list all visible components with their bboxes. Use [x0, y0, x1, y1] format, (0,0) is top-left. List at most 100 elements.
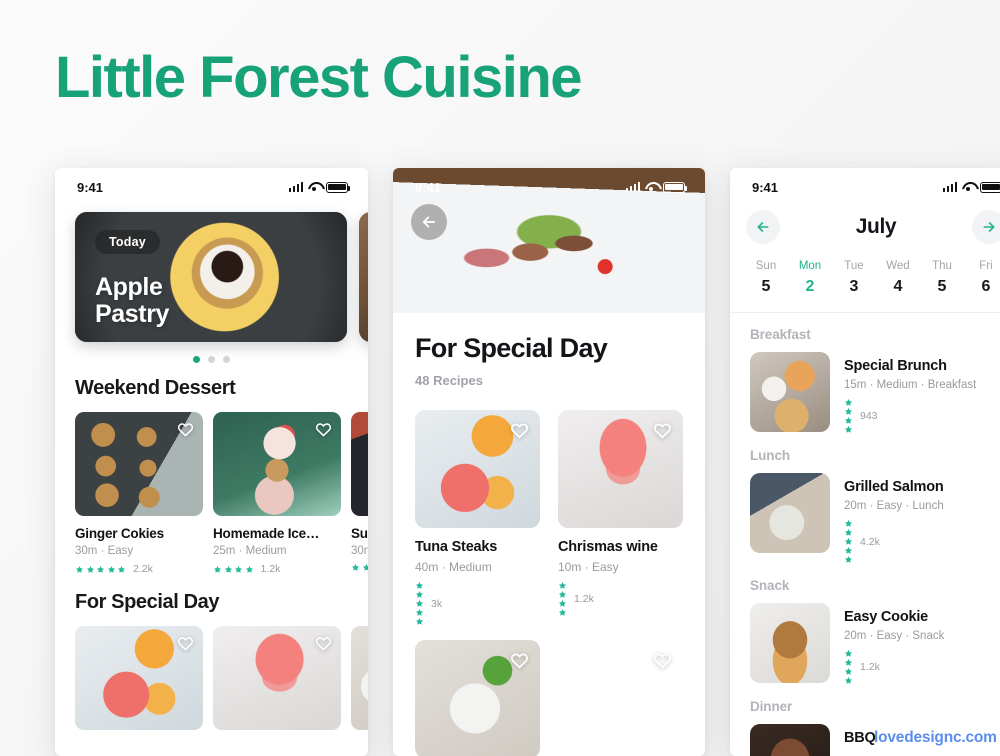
recipe-card[interactable]: Homemade Ice… 25m · Medium 1.2k	[213, 412, 341, 575]
recipe-thumbnail	[213, 412, 341, 516]
recipe-name: Homemade Ice…	[213, 526, 320, 541]
carousel-dot-2[interactable]	[208, 356, 215, 363]
star-icon	[415, 617, 424, 625]
star-rating	[351, 563, 368, 572]
battery-icon	[980, 181, 1000, 193]
calendar-day-tue[interactable]: Tue 3	[836, 260, 872, 296]
recipe-name: Tuna Steaks	[415, 539, 498, 555]
previous-month-button[interactable]	[746, 210, 780, 244]
category-recipe-count: 48 Recipes	[415, 373, 483, 388]
favorite-heart-icon[interactable]	[177, 635, 194, 652]
day-name: Sun	[755, 260, 777, 272]
favorite-heart-icon[interactable]	[315, 421, 332, 438]
recipe-card[interactable]: Tuna Steaks 40m · Medium 3k	[415, 410, 540, 626]
meal-meta: 20m · Easy · Lunch	[844, 500, 944, 512]
meal-section-label: Lunch	[750, 448, 790, 463]
back-button[interactable]	[411, 204, 447, 240]
star-icon	[213, 565, 222, 573]
wifi-icon	[308, 182, 321, 192]
recipe-card[interactable]	[213, 626, 341, 730]
recipe-card[interactable]: Sup 30m	[351, 412, 368, 575]
rating-count: 2.2k	[133, 563, 153, 575]
hero-carousel[interactable]: Today Apple Pastry	[55, 206, 368, 342]
day-number: 5	[937, 278, 947, 295]
meal-meta: 20m · Easy · Snack	[844, 630, 945, 642]
calendar-day-sun[interactable]: Sun 5	[748, 260, 784, 296]
star-icon	[558, 590, 567, 598]
recipe-card[interactable]	[558, 640, 683, 756]
recipe-rating: 1.2k	[558, 581, 683, 617]
signal-icon	[625, 182, 640, 192]
favorite-heart-icon[interactable]	[510, 421, 529, 440]
star-icon	[86, 565, 94, 573]
meal-name: Grilled Salmon	[844, 479, 944, 495]
recipe-row-weekend-dessert[interactable]: Ginger Cokies 30m · Easy 2.2k Homemade I…	[55, 400, 368, 575]
favorite-heart-icon[interactable]	[315, 635, 332, 652]
recipe-thumbnail	[75, 626, 203, 730]
hero-card-today[interactable]: Today Apple Pastry	[75, 212, 347, 342]
hero-title-line2: Pastry	[95, 300, 170, 328]
meal-row[interactable]: Special Brunch 15m · Medium · Breakfast …	[750, 352, 1000, 434]
calendar-day-fri[interactable]: Fri 6	[968, 260, 1000, 296]
carousel-dot-1[interactable]	[193, 356, 200, 363]
star-icon	[844, 425, 853, 433]
status-bar: 9:41	[55, 168, 368, 206]
recipe-name: Chrismas wine	[558, 539, 658, 555]
star-icon	[415, 590, 424, 598]
signal-icon	[288, 182, 303, 192]
star-icon	[844, 676, 853, 684]
status-bar: 9:41	[393, 168, 705, 206]
hero-card-next[interactable]	[359, 212, 368, 342]
wifi-icon	[645, 182, 658, 192]
calendar-day-wed[interactable]: Wed 4	[880, 260, 916, 296]
star-icon	[844, 658, 853, 666]
phone-screen-meal-plan: 9:41 July Sun 5 Mon 2 Tue 3 Wed 4 Thu 5 …	[730, 168, 1000, 756]
next-month-button[interactable]	[971, 210, 1000, 244]
calendar-day-thu[interactable]: Thu 5	[924, 260, 960, 296]
carousel-dot-3[interactable]	[223, 356, 230, 363]
meal-thumbnail	[750, 352, 830, 432]
favorite-heart-icon[interactable]	[510, 651, 529, 670]
recipe-card[interactable]	[415, 640, 540, 756]
star-rating	[213, 565, 254, 574]
meal-section-breakfast: Breakfast Special Brunch 15m · Medium · …	[730, 313, 1000, 434]
signal-icon	[942, 182, 957, 192]
day-number: 2	[805, 278, 815, 295]
calendar-day-strip[interactable]: Sun 5 Mon 2 Tue 3 Wed 4 Thu 5 Fri 6	[730, 244, 1000, 296]
star-icon	[415, 581, 424, 589]
calendar-day-mon[interactable]: Mon 2	[792, 260, 828, 296]
hero-badge: Today	[95, 230, 160, 254]
star-icon	[844, 649, 853, 657]
star-icon	[844, 667, 853, 675]
star-icon	[117, 565, 126, 573]
recipe-rating: 3k	[415, 581, 540, 626]
recipe-row-for-special-day[interactable]	[55, 614, 368, 730]
recipe-card[interactable]: Ginger Cokies 30m · Easy 2.2k	[75, 412, 203, 575]
calendar-month-label: July	[855, 215, 897, 238]
favorite-heart-icon[interactable]	[653, 421, 672, 440]
meal-row[interactable]: Easy Cookie 20m · Easy · Snack 1.2k	[750, 603, 1000, 685]
status-bar: 9:41	[730, 168, 1000, 206]
meal-row[interactable]: Grilled Salmon 20m · Easy · Lunch 4.2k	[750, 473, 1000, 564]
phone-screen-home: 9:41 Today Apple Pastry Weekend Dessert …	[55, 168, 368, 756]
day-name: Fri	[979, 260, 993, 272]
star-icon	[558, 608, 567, 616]
star-icon	[844, 407, 853, 415]
favorite-heart-icon[interactable]	[653, 651, 672, 670]
meal-thumbnail	[750, 724, 830, 756]
hero-title-line1: Apple	[95, 273, 163, 301]
carousel-dots[interactable]	[55, 342, 368, 367]
star-icon	[351, 563, 360, 571]
rating-count: 4.2k	[860, 535, 880, 548]
hero-image-next	[359, 212, 368, 342]
star-icon	[844, 398, 853, 406]
star-icon	[234, 565, 243, 573]
favorite-heart-icon[interactable]	[177, 421, 194, 438]
recipe-meta: 30m	[351, 545, 368, 557]
recipe-meta: 30m · Easy	[75, 545, 134, 557]
recipe-card[interactable]: Chrismas wine 10m · Easy 1.2k	[558, 410, 683, 626]
recipe-card[interactable]	[351, 626, 368, 730]
recipe-card[interactable]	[75, 626, 203, 730]
star-rating	[844, 398, 853, 434]
status-bar-time: 9:41	[415, 179, 442, 195]
